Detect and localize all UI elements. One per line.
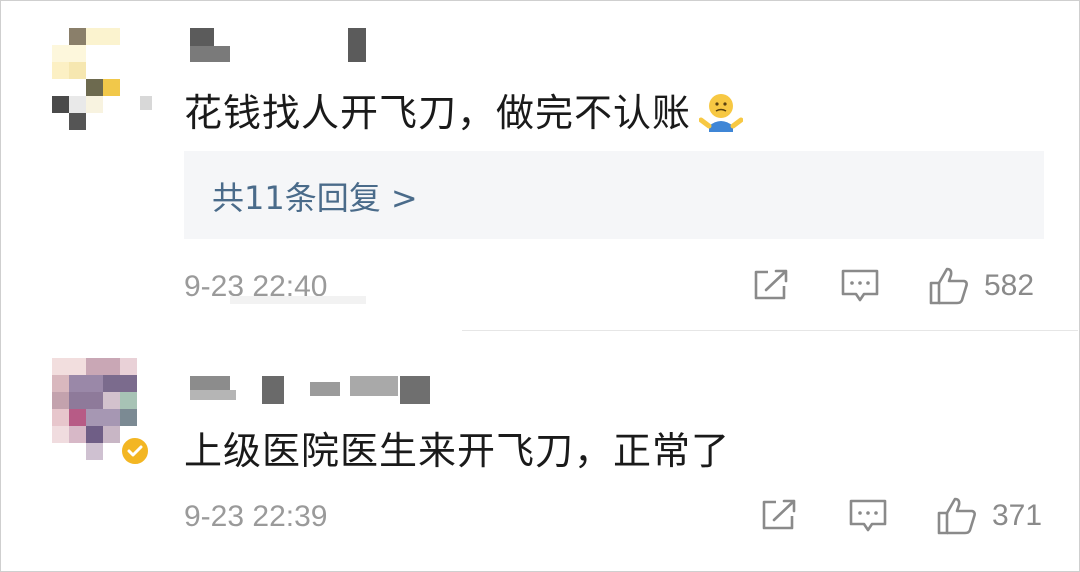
shrug-emoji-icon [698,90,744,134]
reply-button[interactable] [848,498,888,534]
comment-divider [462,330,1078,331]
comment-icon [841,269,879,302]
view-replies-link[interactable]: 共11条回复 > [212,173,418,219]
share-button[interactable] [760,498,798,532]
verified-badge-icon [120,436,150,466]
like-button[interactable]: 371 [936,496,1042,536]
reply-button[interactable] [840,268,880,304]
replies-box[interactable]: 共11条回复 > [184,151,1044,239]
comment-icon [849,499,887,532]
share-icon [754,269,788,300]
share-icon [762,499,796,530]
username-redacted[interactable] [190,376,450,412]
comment-text-content: 上级医院医生来开飞刀，正常了 [184,429,731,473]
avatar[interactable] [52,28,156,132]
like-count: 371 [992,499,1043,532]
comment-text: 花钱找人开飞刀，做完不认账 [184,82,744,138]
share-button[interactable] [752,268,790,302]
timestamp: 9-23 22:39 [184,500,328,533]
comment-text: 上级医院医生来开飞刀，正常了 [184,420,730,475]
username-redacted[interactable] [190,28,370,64]
thumbs-up-icon [929,267,968,305]
redaction-bar [230,296,366,304]
like-count: 582 [984,269,1035,302]
thumbs-up-icon [937,497,976,535]
like-button[interactable]: 582 [928,266,1034,306]
comment-text-content: 花钱找人开飞刀，做完不认账 [184,91,692,135]
